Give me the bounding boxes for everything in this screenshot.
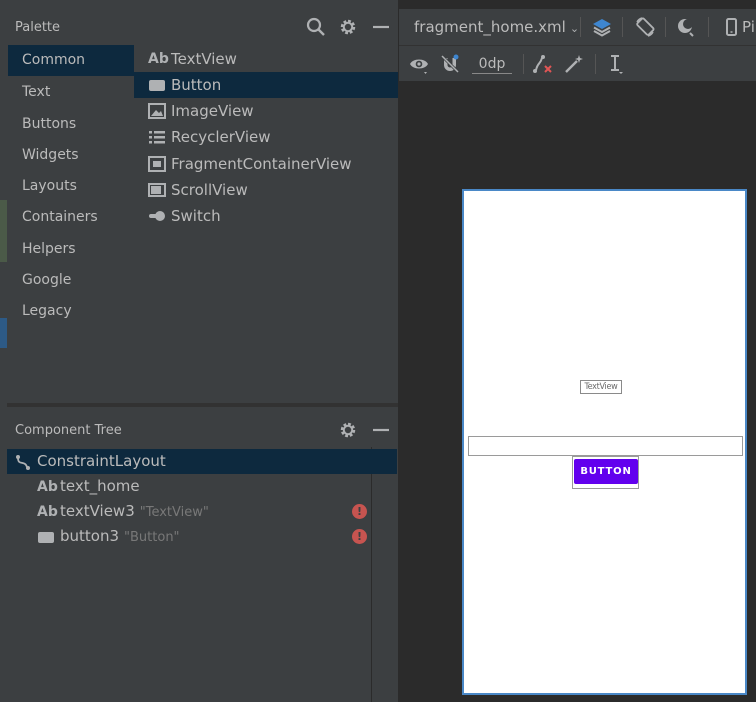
component-tree-title: Component Tree [15,423,122,438]
category-widgets[interactable]: Widgets [8,140,134,171]
layers-icon[interactable] [591,16,613,38]
gear-icon[interactable] [338,420,358,440]
eye-icon[interactable] [408,53,430,75]
category-buttons[interactable]: Buttons [8,109,134,140]
left-panel: Palette Common Text Buttons Widgets Layo… [0,0,398,702]
device-label[interactable]: Pi [742,18,755,36]
widget-recyclerview[interactable]: RecyclerView [134,124,398,150]
editor-topbar: fragment_home.xml ⌄ Pi [399,9,756,45]
button-icon [38,532,54,543]
widget-label: RecyclerView [171,128,271,146]
error-icon[interactable]: ! [352,529,367,544]
text-ab-icon: Ab [37,479,58,495]
edge-strip [0,318,7,348]
search-icon[interactable] [306,17,326,37]
edge-strip [0,200,7,262]
toolbar-separator [665,17,666,37]
category-legacy[interactable]: Legacy [8,296,134,327]
fragment-icon [148,156,166,172]
textview3-outline[interactable] [468,436,743,456]
magnet-off-icon[interactable] [439,53,461,75]
category-helpers[interactable]: Helpers [8,234,134,265]
tree-label: text_home [60,477,140,495]
category-containers[interactable]: Containers [8,202,134,233]
widget-label: FragmentContainerView [171,155,352,173]
widget-textview[interactable]: Ab TextView [134,46,398,72]
minimize-icon[interactable] [371,420,391,440]
widget-label: TextView [171,50,237,68]
category-google[interactable]: Google [8,265,134,296]
widget-label: ImageView [171,102,254,120]
widget-label: Switch [171,207,221,225]
widget-label: Button [171,76,222,94]
design-canvas[interactable]: TextView BUTTON [399,81,756,702]
palette-title: Palette [15,20,61,35]
file-dropdown[interactable]: fragment_home.xml ⌄ [414,18,579,36]
image-icon [148,103,166,119]
night-mode-icon[interactable] [675,16,697,38]
chevron-down-icon: ⌄ [569,22,580,35]
widget-fragmentcontainerview[interactable]: FragmentContainerView [134,151,398,177]
widget-switch[interactable]: Switch [134,203,398,229]
widget-button[interactable]: Button [134,72,398,98]
widget-imageview[interactable]: ImageView [134,98,398,124]
text-ab-icon: Ab [37,504,58,520]
minimize-icon[interactable] [371,17,391,37]
tree-item-textview3[interactable]: Ab textView3 "TextView" ! [7,499,398,524]
button-preview[interactable]: BUTTON [574,459,638,484]
clear-constraints-icon[interactable] [531,53,553,75]
text-ab-icon: Ab [148,51,169,67]
tree-label: button3 "Button" [60,527,180,545]
tree-item-constraintlayout[interactable]: ConstraintLayout [7,449,397,474]
component-tree-header: Component Tree [7,413,398,447]
toolbar-separator [580,17,581,37]
tree-label: textView3 "TextView" [60,502,209,520]
list-icon [149,131,165,144]
widget-label: ScrollView [171,181,248,199]
default-margin-field[interactable]: 0dp [472,55,512,74]
gear-icon[interactable] [338,17,358,37]
switch-icon [149,211,165,221]
error-icon[interactable]: ! [352,504,367,519]
panel-splitter[interactable] [7,403,398,407]
magic-wand-icon[interactable] [563,53,585,75]
file-name: fragment_home.xml [414,18,566,36]
align-icon[interactable] [606,53,628,75]
orientation-icon[interactable] [634,16,656,38]
category-common[interactable]: Common [8,45,134,76]
category-text[interactable]: Text [8,77,134,108]
scroll-icon [148,183,166,197]
device-icon[interactable] [721,16,743,38]
palette-header: Palette [7,9,398,45]
design-editor: fragment_home.xml ⌄ Pi 0dp TextView BUTT… [398,0,756,702]
tree-item-text-home[interactable]: Ab text_home [7,474,398,499]
toolbar-separator [622,17,623,37]
category-layouts[interactable]: Layouts [8,171,134,202]
button-icon [149,80,165,91]
palette-category-list: Common Text Buttons Widgets Layouts Cont… [8,45,134,403]
tree-label: ConstraintLayout [37,452,166,470]
tree-item-button3[interactable]: button3 "Button" ! [7,524,398,549]
widget-scrollview[interactable]: ScrollView [134,177,398,203]
toolbar-separator [523,54,524,74]
toolbar-separator [595,54,596,74]
textview-preview[interactable]: TextView [580,380,622,394]
edge-strip [0,0,7,200]
design-toolbar: 0dp [399,45,756,81]
toolbar-separator [708,17,709,37]
device-preview[interactable]: TextView BUTTON [462,189,747,695]
component-tree: ConstraintLayout Ab text_home Ab textVie… [7,447,398,702]
constraint-layout-icon [16,455,30,470]
